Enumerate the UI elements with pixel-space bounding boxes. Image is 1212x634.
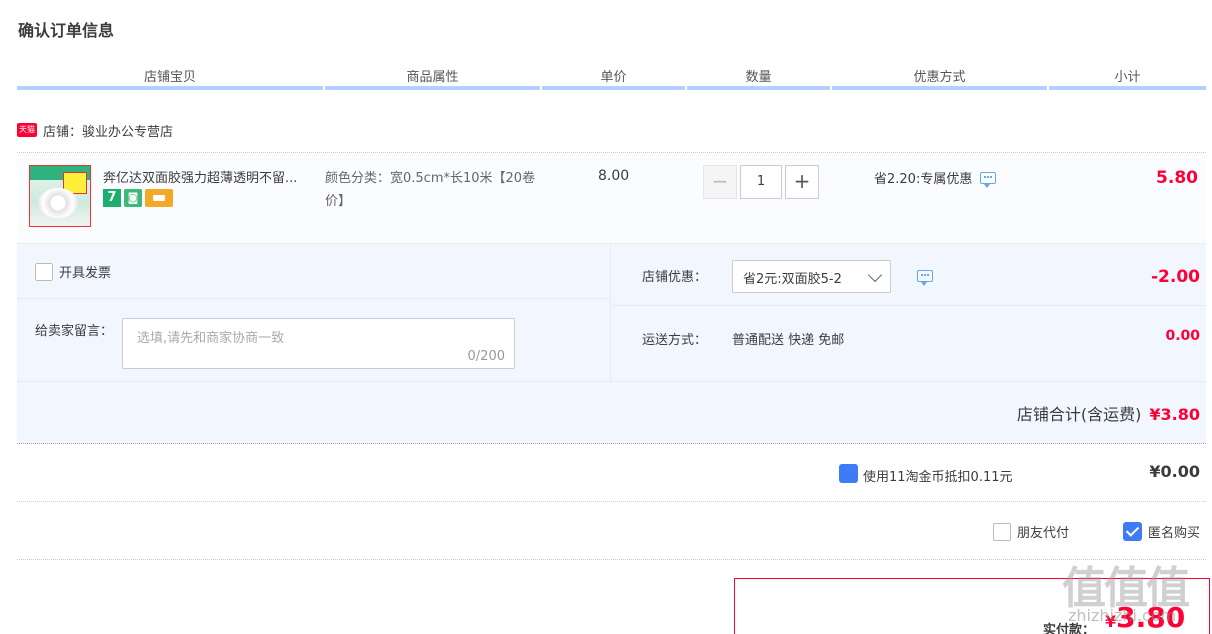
shop-total: 店铺合计(含运费) ¥3.80	[1017, 401, 1200, 425]
shop-name-link[interactable]: 店铺：骏业办公专营店	[43, 121, 173, 140]
seven-day-return-icon[interactable]: 7	[103, 189, 121, 207]
credit-card-icon[interactable]	[145, 189, 173, 207]
page-title: 确认订单信息	[18, 21, 115, 40]
col-bar	[687, 86, 830, 90]
quantity-stepper: − 1 +	[703, 165, 819, 199]
taojinbi-amount: ¥0.00	[1149, 462, 1200, 481]
unit-price: 8.00	[598, 168, 630, 184]
shop-total-amount: ¥3.80	[1149, 405, 1200, 424]
chevron-down-icon	[867, 267, 883, 283]
left-pane: 开具发票 给卖家留言： 选填,请先和商家协商一致 0/200	[17, 244, 611, 381]
col-bar	[832, 86, 1047, 90]
item-promotion: 省2.20:专属优惠	[874, 168, 997, 188]
chat-icon[interactable]	[917, 270, 933, 286]
friend-pay-checkbox[interactable]	[993, 522, 1011, 541]
invoice-checkbox[interactable]	[35, 262, 53, 281]
divider	[17, 381, 1206, 382]
col-header-quantity: 数量	[745, 70, 772, 85]
col-header-shop-item: 店铺宝贝	[143, 70, 196, 85]
chat-icon[interactable]	[980, 171, 997, 188]
shop-row: 天猫 店铺：骏业办公专营店	[17, 120, 173, 140]
friend-pay-option[interactable]: 朋友代付	[993, 522, 1069, 541]
message-label: 给卖家留言：	[35, 324, 114, 339]
product-name-link[interactable]: 奔亿达双面胶强力超薄透明不留...	[103, 167, 323, 186]
taojinbi-checkbox[interactable]	[839, 464, 858, 483]
seller-message-input[interactable]: 选填,请先和商家协商一致 0/200	[122, 318, 515, 369]
anonymous-option[interactable]: 匿名购买	[1123, 522, 1200, 541]
col-header-discount: 优惠方式	[913, 70, 966, 85]
shop-total-label: 店铺合计(含运费)	[1016, 405, 1142, 424]
taojinbi-text: 使用11淘金币抵扣0.11元	[863, 470, 1013, 485]
divider	[17, 298, 611, 299]
shipping-label: 运送方式：	[642, 333, 708, 348]
service-badges: 7 ◙	[103, 189, 173, 207]
shop-discount-label: 店铺优惠：	[642, 270, 708, 285]
quantity-input[interactable]: 1	[740, 165, 782, 199]
item-subtotal: 5.80	[1156, 168, 1198, 188]
shop-discount-amount: -2.00	[1151, 267, 1200, 287]
product-thumbnail[interactable]	[29, 165, 91, 227]
purchase-options: 朋友代付 匿名购买	[17, 503, 1206, 560]
col-bar	[542, 86, 685, 90]
taojinbi-row: 使用11淘金币抵扣0.11元 ¥0.00	[17, 445, 1206, 502]
product-attribute: 颜色分类：宽0.5cm*长10米【20卷价】	[325, 171, 536, 209]
shipping-amount: 0.00	[1165, 328, 1200, 344]
shop-discount-select[interactable]: 省2元:双面胶5-2	[732, 260, 891, 293]
promotion-text: 省2.20:专属优惠	[874, 172, 973, 187]
increase-quantity-button[interactable]: +	[785, 165, 819, 199]
col-header-price: 单价	[600, 70, 627, 85]
shop-discount-value: 省2元:双面胶5-2	[743, 272, 842, 287]
anonymous-checkbox[interactable]	[1123, 522, 1142, 541]
decrease-quantity-button[interactable]: −	[703, 165, 737, 199]
col-header-attribute: 商品属性	[406, 70, 459, 85]
column-header: 店铺宝贝 商品属性 单价 数量 优惠方式 小计	[17, 66, 1206, 90]
order-item: 奔亿达双面胶强力超薄透明不留... 7 ◙ 颜色分类：宽0.5cm*长10米【2…	[17, 152, 1206, 244]
friend-pay-label: 朋友代付	[1017, 526, 1070, 541]
invoice-label: 开具发票	[59, 266, 112, 281]
col-bar	[1049, 86, 1206, 90]
order-extras: 开具发票 给卖家留言： 选填,请先和商家协商一致 0/200 店铺优惠： 省2元…	[17, 244, 1206, 444]
anonymous-label: 匿名购买	[1148, 526, 1201, 541]
shipping-method: 普通配送 快递 免邮	[732, 333, 845, 348]
col-bar	[17, 86, 323, 90]
tape-roll-image	[38, 188, 78, 218]
invoice-option[interactable]: 开具发票	[35, 262, 111, 281]
divider	[612, 305, 1206, 306]
watermark-url: zhizhizhi.com	[1068, 606, 1177, 625]
message-char-count: 0/200	[467, 349, 505, 364]
message-placeholder: 选填,请先和商家协商一致	[137, 331, 285, 346]
shopping-bag-icon[interactable]: ◙	[124, 189, 142, 207]
col-header-subtotal: 小计	[1114, 70, 1141, 85]
right-pane: 店铺优惠： 省2元:双面胶5-2 -2.00 运送方式： 普通配送 快递 免邮 …	[612, 244, 1206, 381]
tmall-icon: 天猫	[17, 123, 37, 137]
col-bar	[325, 86, 540, 90]
